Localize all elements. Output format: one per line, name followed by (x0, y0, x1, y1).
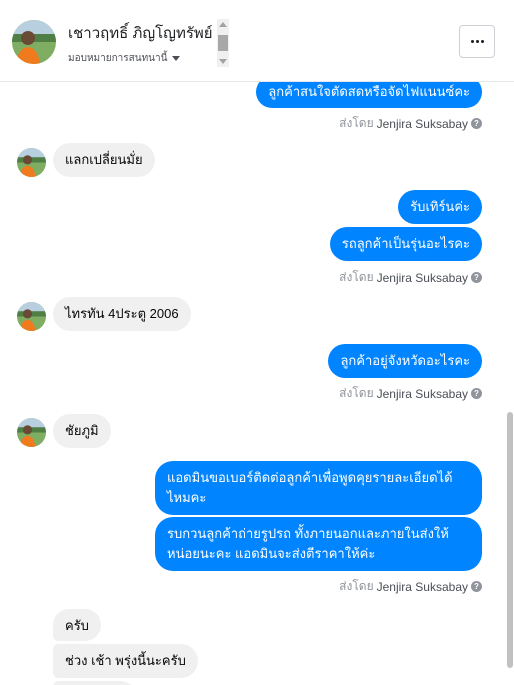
question-circle-icon[interactable]: ? (471, 272, 482, 283)
message-text-line: รบกวนลูกค้าถ่ายรูปรถ ทั้งภายนอกและภายในส… (167, 526, 449, 541)
outgoing-message[interactable]: แอดมินขอเบอร์ติดต่อลูกค้าเพื่อพูดคุยรายล… (155, 461, 482, 515)
message-text: ไทรทัน 4ประตู 2006 (65, 306, 179, 321)
outgoing-message[interactable]: ลูกค้าอยู่จังหวัดอะไรคะ (328, 344, 482, 378)
message-text: ลูกค้าอยู่จังหวัดอะไรคะ (340, 353, 470, 368)
sender-name: Jenjira Suksabay (376, 270, 468, 285)
thread-scrollbar[interactable] (506, 82, 514, 685)
avatar-photo (17, 302, 46, 331)
message-text: รับเทิร์นค่ะ (410, 199, 470, 214)
message-text-line: ไหมคะ (167, 490, 207, 505)
incoming-message[interactable]: ชัยภูมิ (53, 414, 111, 448)
message-text: ครับ (65, 618, 89, 633)
incoming-message[interactable]: แลกเปลี่ยนมั่ย (53, 143, 155, 177)
incoming-message[interactable]: ไทรทัน 4ประตู 2006 (53, 297, 191, 331)
message-thread: ลูกค้าสนใจตัดสดหรือจัดไฟแนนซ์คะ ส่งโดย J… (0, 82, 514, 685)
incoming-message[interactable]: ช่วง เช้า พรุ่งนี้นะครับ (53, 644, 198, 678)
incoming-message-partial[interactable] (53, 681, 138, 685)
sent-by-label: ส่งโดย (339, 386, 374, 400)
name-scrollbar[interactable] (216, 19, 230, 67)
outgoing-message[interactable]: รับเทิร์นค่ะ (398, 190, 482, 224)
sent-by-line: ส่งโดย Jenjira Suksabay ? (339, 577, 482, 596)
contact-avatar-small[interactable] (17, 418, 46, 447)
sent-by-label: ส่งโดย (339, 579, 374, 593)
sent-by-label: ส่งโดย (339, 116, 374, 130)
message-text: ชัยภูมิ (65, 423, 99, 438)
sender-name: Jenjira Suksabay (376, 386, 468, 401)
sender-name: Jenjira Suksabay (376, 116, 468, 131)
assign-conversation-dropdown[interactable]: มอบหมายการสนทนานี้ (68, 51, 181, 65)
incoming-message[interactable]: ครับ (53, 609, 101, 641)
assign-label: มอบหมายการสนทนานี้ (68, 52, 168, 64)
contact-avatar[interactable] (12, 20, 56, 64)
message-text: ลูกค้าสนใจตัดสดหรือจัดไฟแนนซ์คะ (268, 84, 470, 99)
caret-down-icon (172, 55, 181, 61)
message-text: รถลูกค้าเป็นรุ่นอะไรคะ (341, 236, 470, 251)
sent-by-line: ส่งโดย Jenjira Suksabay ? (339, 114, 482, 133)
more-options-button[interactable] (459, 25, 495, 58)
message-text: แลกเปลี่ยนมั่ย (65, 152, 143, 167)
contact-avatar-small[interactable] (17, 302, 46, 331)
sent-by-label: ส่งโดย (339, 270, 374, 284)
avatar-photo (17, 148, 46, 177)
ellipsis-icon (470, 40, 484, 43)
scroll-thumb[interactable] (218, 35, 228, 51)
avatar-photo (12, 20, 56, 64)
message-text-line: หน่อยนะคะ แอดมินจะส่งตีราคาให้ค่ะ (167, 546, 376, 561)
avatar-photo (17, 418, 46, 447)
contact-name: เชาวฤทธิ์ ภิญโญทรัพย์ (68, 25, 213, 42)
message-text: ช่วง เช้า พรุ่งนี้นะครับ (65, 653, 186, 668)
outgoing-message[interactable]: ลูกค้าสนใจตัดสดหรือจัดไฟแนนซ์คะ (256, 82, 482, 108)
question-circle-icon[interactable]: ? (471, 388, 482, 399)
conversation-header: เชาวฤทธิ์ ภิญโญทรัพย์ มอบหมายการสนทนานี้ (0, 0, 514, 82)
contact-avatar-small[interactable] (17, 148, 46, 177)
scroll-thumb[interactable] (507, 412, 513, 668)
question-circle-icon[interactable]: ? (471, 581, 482, 592)
sender-name: Jenjira Suksabay (376, 579, 468, 594)
sent-by-line: ส่งโดย Jenjira Suksabay ? (339, 384, 482, 403)
scroll-down-arrow-icon[interactable] (219, 59, 227, 64)
sent-by-line: ส่งโดย Jenjira Suksabay ? (339, 268, 482, 287)
question-circle-icon[interactable]: ? (471, 118, 482, 129)
scroll-up-arrow-icon[interactable] (219, 22, 227, 27)
message-text-line: แอดมินขอเบอร์ติดต่อลูกค้าเพื่อพูดคุยรายล… (167, 470, 453, 485)
outgoing-message[interactable]: รบกวนลูกค้าถ่ายรูปรถ ทั้งภายนอกและภายในส… (155, 517, 482, 571)
outgoing-message[interactable]: รถลูกค้าเป็นรุ่นอะไรคะ (329, 227, 482, 261)
